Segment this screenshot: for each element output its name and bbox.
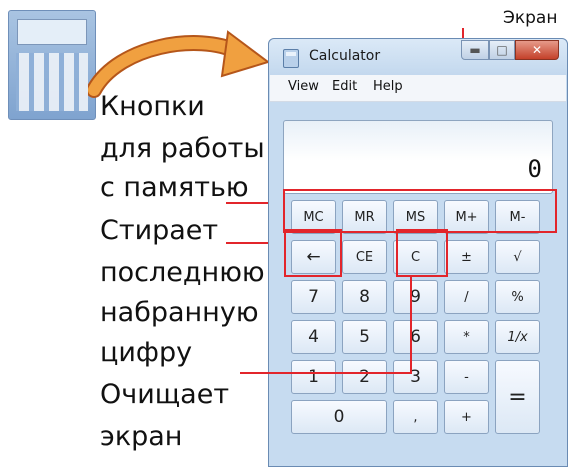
digit-1-button[interactable]: 1 xyxy=(291,360,336,394)
menu-edit[interactable]: Edit xyxy=(332,79,357,94)
annotation-backspace-2: последнюю xyxy=(100,257,265,288)
digit-8-button[interactable]: 8 xyxy=(342,280,387,314)
window-title: Calculator xyxy=(309,48,381,64)
digit-7-button[interactable]: 7 xyxy=(291,280,336,314)
annotation-backspace-4: цифру xyxy=(100,337,193,368)
clear-pointer-vertical xyxy=(410,277,412,373)
clear-pointer-horizontal xyxy=(240,372,412,374)
calculator-app-icon xyxy=(8,10,96,120)
annotation-backspace-3: набранную xyxy=(100,297,259,328)
title-bar[interactable]: Calculator ▬ □ ✕ xyxy=(269,39,567,75)
ce-button[interactable]: CE xyxy=(342,240,387,274)
annotation-memory-1: Кнопки xyxy=(100,91,205,122)
maximize-button[interactable]: □ xyxy=(489,40,515,60)
minimize-button[interactable]: ▬ xyxy=(461,40,489,60)
sqrt-button[interactable]: √ xyxy=(495,240,540,274)
icon-screen xyxy=(17,19,87,45)
annotation-screen: Экран xyxy=(503,8,558,28)
menu-bar: View Edit Help xyxy=(270,75,566,102)
plus-button[interactable]: + xyxy=(444,400,489,434)
digit-0-button[interactable]: 0 xyxy=(291,400,387,434)
comma-button[interactable]: , xyxy=(393,400,438,434)
calculator-body: 0 MC MR MS M+ M- ← CE C ± √ 7 8 9 / % 4 … xyxy=(277,105,561,467)
annotation-clear-1: Очищает xyxy=(100,379,230,410)
close-button[interactable]: ✕ xyxy=(515,40,559,60)
annotation-backspace-1: Стирает xyxy=(100,215,219,246)
clear-highlight xyxy=(396,229,448,277)
reciprocal-button[interactable]: 1/x xyxy=(495,320,540,354)
backspace-highlight xyxy=(284,229,342,277)
digit-9-button[interactable]: 9 xyxy=(393,280,438,314)
percent-button[interactable]: % xyxy=(495,280,540,314)
digit-3-button[interactable]: 3 xyxy=(393,360,438,394)
calculator-title-icon xyxy=(283,49,299,68)
digit-2-button[interactable]: 2 xyxy=(342,360,387,394)
plus-minus-button[interactable]: ± xyxy=(444,240,489,274)
digit-5-button[interactable]: 5 xyxy=(342,320,387,354)
digit-4-button[interactable]: 4 xyxy=(291,320,336,354)
equals-button[interactable]: = xyxy=(495,360,540,434)
memory-buttons-highlight xyxy=(283,189,557,233)
minus-button[interactable]: - xyxy=(444,360,489,394)
menu-view[interactable]: View xyxy=(288,79,319,94)
icon-keypad xyxy=(16,53,88,111)
multiply-button[interactable]: * xyxy=(444,320,489,354)
menu-help[interactable]: Help xyxy=(373,79,403,94)
digit-6-button[interactable]: 6 xyxy=(393,320,438,354)
display-value: 0 xyxy=(527,155,542,183)
annotation-memory-3: с памятью xyxy=(100,172,249,203)
annotation-clear-2: экран xyxy=(100,421,183,452)
display: 0 xyxy=(283,120,553,194)
annotation-memory-2: для работы xyxy=(100,133,265,164)
divide-button[interactable]: / xyxy=(444,280,489,314)
